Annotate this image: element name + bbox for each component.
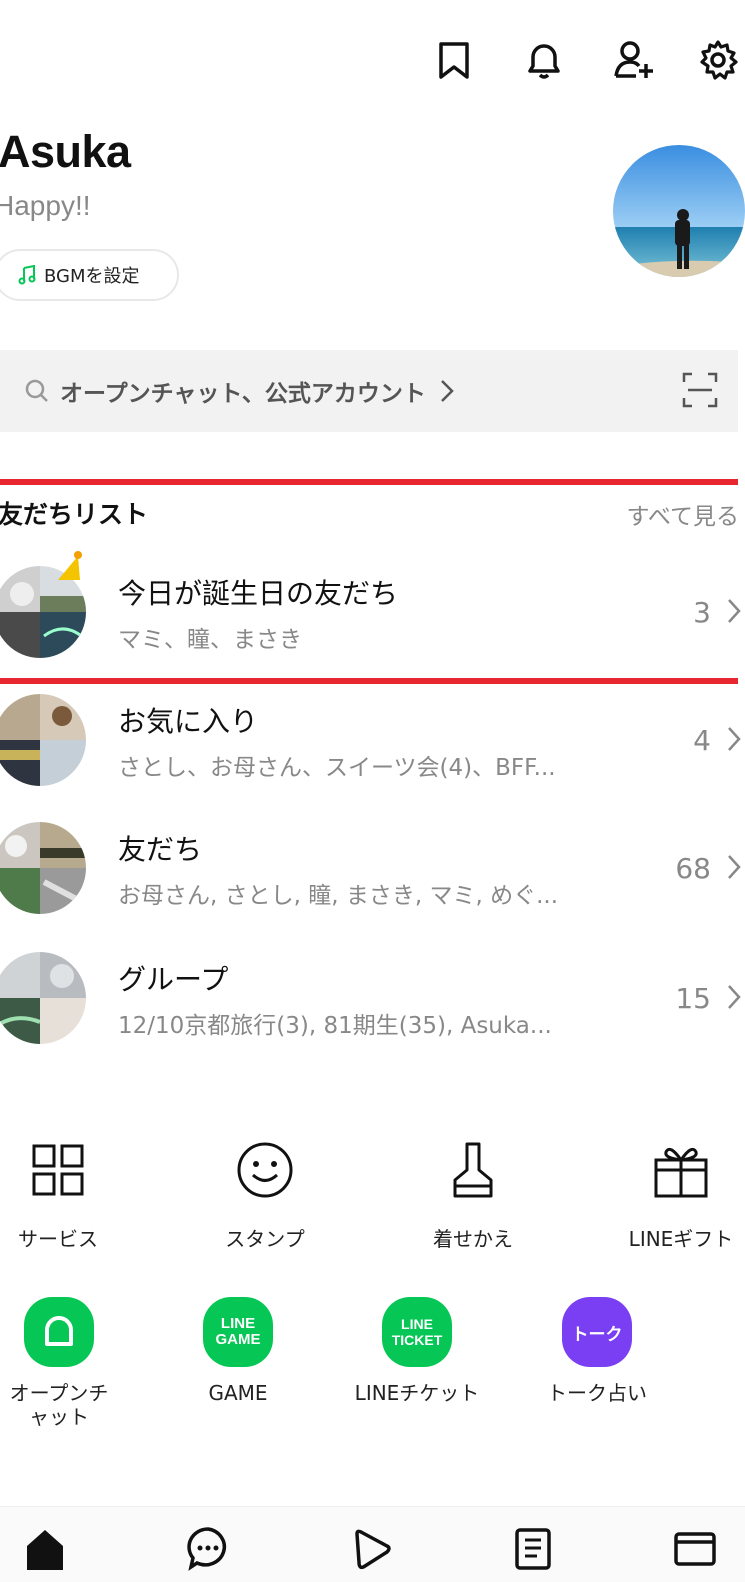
row-subtitle: 12/10京都旅行(3), 81期生(35), Asuka... — [118, 1013, 552, 1039]
bgm-label: BGMを設定 — [44, 266, 140, 287]
talk-fortune-icon: トーク — [562, 1297, 632, 1367]
see-all-link[interactable]: すべて見る — [627, 497, 739, 531]
wallet-icon — [674, 1532, 716, 1566]
bottom-tab-bar — [0, 1506, 745, 1582]
row-subtitle: マミ、瞳、まさき — [118, 627, 302, 653]
news-icon — [515, 1528, 551, 1570]
bookmark-icon — [439, 42, 469, 79]
app-label-line1: オープンチ — [9, 1381, 109, 1405]
row-count: 15 — [675, 982, 711, 1015]
service-label: 着せかえ — [433, 1227, 513, 1251]
row-subtitle: さとし、お母さん、スイーツ会(4)、BFF... — [118, 755, 556, 781]
app-line-game[interactable]: LINE GAME GAME — [158, 1297, 318, 1405]
app-line-ticket[interactable]: LINE TICKET LINEチケット — [337, 1297, 497, 1405]
row-count: 68 — [675, 852, 711, 885]
bookmark-button[interactable] — [430, 36, 478, 84]
chevron-right-icon — [728, 985, 741, 1009]
list-item-groups[interactable]: グループ 12/10京都旅行(3), 81期生(35), Asuka... 15 — [0, 948, 745, 1048]
list-item-birthday[interactable]: 今日が誕生日の友だち マミ、瞳、まさき 3 — [0, 551, 745, 662]
tab-chats[interactable] — [183, 1523, 233, 1573]
service-themes[interactable]: 着せかえ — [398, 1135, 548, 1252]
profile-avatar[interactable] — [613, 145, 745, 277]
service-label: サービス — [18, 1227, 98, 1251]
smiley-icon — [237, 1142, 293, 1198]
add-friend-icon — [614, 41, 653, 78]
row-count: 3 — [693, 596, 711, 629]
groups-thumbnail — [0, 952, 86, 1044]
tab-wallet[interactable] — [670, 1523, 720, 1573]
row-title: グループ — [118, 963, 229, 996]
app-openchat[interactable]: オープンチ ャット — [0, 1297, 139, 1429]
app-label-line2: ャット — [29, 1405, 89, 1429]
chat-icon — [187, 1527, 227, 1571]
qr-scan-icon[interactable] — [682, 372, 718, 408]
brush-icon — [453, 1142, 493, 1198]
grid-icon — [32, 1144, 84, 1196]
voom-icon — [355, 1529, 391, 1570]
notifications-button[interactable] — [520, 36, 568, 84]
row-subtitle: お母さん, さとし, 瞳, まさき, マミ, めぐ... — [118, 883, 559, 909]
tab-voom[interactable] — [346, 1523, 396, 1573]
service-line-gift[interactable]: LINEギフト — [606, 1135, 745, 1252]
app-talk-fortune[interactable]: トーク トーク占い — [517, 1297, 677, 1405]
tab-news[interactable] — [508, 1523, 558, 1573]
openchat-icon — [24, 1297, 94, 1367]
chevron-right-icon — [728, 855, 741, 879]
row-title: 友だち — [118, 833, 203, 866]
tab-home[interactable] — [20, 1523, 70, 1573]
favorites-thumbnail — [0, 694, 86, 786]
row-title: お気に入り — [118, 705, 259, 738]
friends-list-title: 友だちリスト — [0, 500, 149, 529]
service-label: LINEギフト — [628, 1227, 734, 1251]
highlight-line-top — [0, 479, 738, 485]
add-friend-button[interactable] — [610, 36, 658, 84]
bell-icon — [528, 44, 560, 79]
line-ticket-icon: LINE TICKET — [382, 1297, 452, 1367]
settings-button[interactable] — [694, 36, 742, 84]
music-note-icon — [18, 265, 36, 285]
status-message[interactable]: Happy!! — [0, 190, 91, 222]
search-bar[interactable]: オープンチャット、公式アカウント — [0, 350, 738, 432]
chevron-right-icon — [728, 599, 741, 623]
home-icon — [27, 1530, 63, 1570]
chevron-right-icon — [728, 727, 741, 751]
bgm-button[interactable]: BGMを設定 — [0, 249, 179, 301]
fortune-badge-text: トーク — [571, 1324, 623, 1345]
gift-icon — [654, 1147, 708, 1198]
app-label: トーク占い — [547, 1381, 647, 1405]
app-label: オープンチ ャット — [0, 1381, 139, 1429]
chevron-right-icon — [441, 380, 454, 402]
app-label: GAME — [208, 1381, 268, 1405]
list-item-favorites[interactable]: お気に入り さとし、お母さん、スイーツ会(4)、BFF... 4 — [0, 690, 745, 790]
search-placeholder: オープンチャット、公式アカウント — [60, 381, 426, 407]
service-stamps[interactable]: スタンプ — [190, 1135, 340, 1252]
service-label: スタンプ — [225, 1227, 305, 1251]
settings-gear-icon — [700, 40, 738, 80]
search-icon — [25, 379, 48, 402]
app-label: LINEチケット — [354, 1381, 480, 1405]
row-title: 今日が誕生日の友だち — [118, 577, 399, 610]
row-count: 4 — [693, 724, 711, 757]
highlight-line-bottom — [0, 678, 738, 684]
friends-thumbnail — [0, 822, 86, 914]
party-hat-icon — [58, 551, 82, 580]
line-game-icon: LINE GAME — [203, 1297, 273, 1367]
profile-name[interactable]: Asuka — [0, 126, 131, 178]
service-services[interactable]: サービス — [0, 1135, 133, 1252]
list-item-friends[interactable]: 友だち お母さん, さとし, 瞳, まさき, マミ, めぐ... 68 — [0, 818, 745, 918]
